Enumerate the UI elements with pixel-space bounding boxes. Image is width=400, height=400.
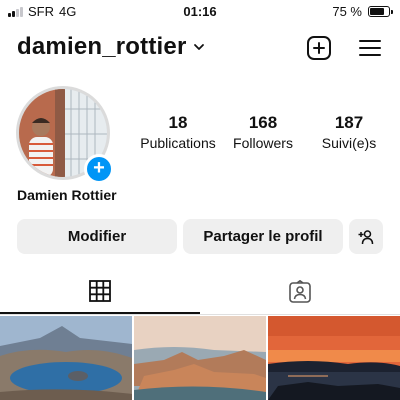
discover-people-button[interactable] bbox=[349, 219, 383, 254]
menu-icon[interactable] bbox=[357, 35, 383, 61]
share-profile-button[interactable]: Partager le profil bbox=[183, 219, 343, 254]
profile-tabs bbox=[0, 270, 400, 315]
island-bay-photo bbox=[134, 316, 266, 400]
status-bar: SFR 4G 01:16 75 % bbox=[0, 0, 400, 24]
stat-value: 168 bbox=[248, 113, 278, 132]
tab-tagged[interactable] bbox=[200, 270, 400, 314]
chevron-down-icon bbox=[193, 44, 204, 50]
post-thumbnail[interactable] bbox=[134, 316, 266, 400]
plus-icon: + bbox=[93, 157, 105, 179]
battery-percent: 75 % bbox=[332, 4, 362, 19]
posts-grid bbox=[0, 316, 400, 400]
battery-icon bbox=[368, 6, 393, 17]
sunset-coast-photo bbox=[268, 316, 400, 400]
create-post-icon[interactable] bbox=[306, 35, 332, 61]
grid-icon bbox=[89, 280, 111, 302]
battery-info: 75 % bbox=[332, 4, 393, 19]
username: damien_rottier bbox=[17, 33, 187, 60]
stat-label: Publications bbox=[140, 135, 216, 151]
full-name: Damien Rottier bbox=[17, 187, 117, 203]
post-thumbnail[interactable] bbox=[0, 316, 132, 400]
add-story-button[interactable]: + bbox=[84, 154, 114, 184]
stat-value: 187 bbox=[334, 113, 364, 132]
post-thumbnail[interactable] bbox=[268, 316, 400, 400]
stat-followers[interactable]: 168 Followers bbox=[218, 113, 308, 151]
volcano-lake-photo bbox=[0, 316, 132, 400]
stat-following[interactable]: 187 Suivi(e)s bbox=[304, 113, 394, 151]
tagged-person-icon bbox=[289, 280, 311, 303]
stat-value: 18 bbox=[168, 113, 188, 132]
tab-posts-grid[interactable] bbox=[0, 270, 200, 314]
username-switcher[interactable]: damien_rottier bbox=[17, 33, 205, 61]
stat-label: Followers bbox=[233, 135, 293, 151]
add-person-icon bbox=[358, 229, 374, 244]
stat-label: Suivi(e)s bbox=[321, 135, 377, 151]
stat-posts[interactable]: 18 Publications bbox=[133, 113, 223, 151]
edit-profile-button[interactable]: Modifier bbox=[17, 219, 177, 254]
